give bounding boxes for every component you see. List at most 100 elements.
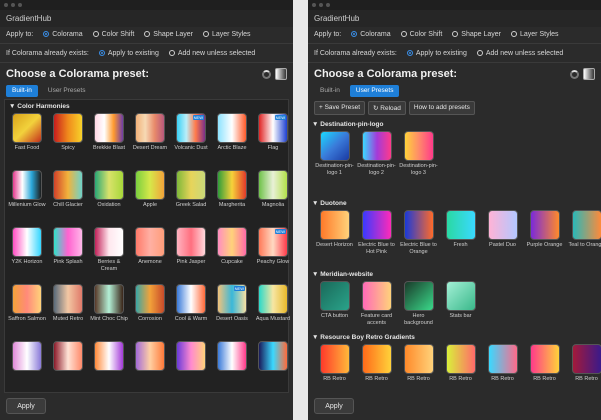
- gradient-swatch[interactable]: [135, 113, 165, 143]
- preset-tile[interactable]: CTA button: [314, 281, 355, 331]
- gradient-swatch[interactable]: [445, 344, 476, 374]
- tab-built-in[interactable]: Built-in: [314, 85, 346, 97]
- preset-tile[interactable]: Anemone: [130, 227, 170, 284]
- gradient-swatch[interactable]: [258, 170, 288, 200]
- gradient-swatch[interactable]: [361, 131, 392, 161]
- gradient-swatch[interactable]: [94, 227, 124, 257]
- preset-tile[interactable]: Y2K Horizon: [7, 227, 47, 284]
- preset-tile[interactable]: Spicy: [48, 113, 88, 170]
- radio-color-shift[interactable]: Color Shift: [400, 31, 442, 38]
- preset-tile[interactable]: [7, 341, 47, 398]
- radio-shape-layer[interactable]: Shape Layer: [144, 31, 193, 38]
- preset-tile[interactable]: Desert Horizon: [314, 210, 355, 268]
- gradient-swatch[interactable]: [94, 284, 124, 314]
- preset-tile[interactable]: Pink Splash: [48, 227, 88, 284]
- group-title[interactable]: ▼ Resource Boy Retro Gradients: [308, 331, 601, 344]
- gradient-swatch[interactable]: [319, 281, 350, 311]
- gradient-swatch[interactable]: [403, 344, 434, 374]
- preset-tile[interactable]: Margherita: [212, 170, 252, 227]
- preset-tile[interactable]: NEW Desert Oasis: [212, 284, 252, 341]
- gradient-swatch[interactable]: [53, 341, 83, 371]
- save-preset-button[interactable]: + Save Preset: [314, 101, 366, 115]
- gradient-swatch[interactable]: [361, 344, 392, 374]
- gradient-swatch[interactable]: [529, 210, 560, 240]
- gradient-swatch[interactable]: [176, 341, 206, 371]
- radio-shape-layer[interactable]: Shape Layer: [452, 31, 501, 38]
- gradient-swatch[interactable]: [403, 210, 434, 240]
- preset-tile[interactable]: [48, 341, 88, 398]
- tab-built-in[interactable]: Built-in: [6, 85, 38, 97]
- preset-tile[interactable]: Feature card accents: [356, 281, 397, 331]
- gradient-swatch[interactable]: [12, 284, 42, 314]
- preset-tile[interactable]: [171, 341, 211, 398]
- gradient-swatch[interactable]: NEW: [176, 113, 206, 143]
- gradient-swatch[interactable]: [361, 210, 392, 240]
- gradient-swatch[interactable]: [135, 227, 165, 257]
- gradient-swatch[interactable]: [94, 341, 124, 371]
- preset-tile[interactable]: RB Retro: [566, 344, 601, 410]
- preset-tile[interactable]: [130, 341, 170, 398]
- preset-tile[interactable]: Berries & Cream: [89, 227, 129, 284]
- gradient-swatch[interactable]: [176, 227, 206, 257]
- preset-tile[interactable]: [253, 341, 293, 398]
- preset-tile[interactable]: Arctic Blaze: [212, 113, 252, 170]
- gradient-swatch[interactable]: [217, 113, 247, 143]
- preset-tile[interactable]: Oxidation: [89, 170, 129, 227]
- radio-apply-existing[interactable]: Apply to existing: [98, 50, 159, 57]
- gradient-swatch[interactable]: [135, 170, 165, 200]
- window-dot-icon[interactable]: [326, 3, 330, 7]
- gradient-swatch[interactable]: [571, 210, 601, 240]
- gradient-swatch[interactable]: [361, 281, 392, 311]
- preset-tile[interactable]: Cupcake: [212, 227, 252, 284]
- preset-tile[interactable]: Corrosion: [130, 284, 170, 341]
- apply-button[interactable]: Apply: [314, 398, 354, 414]
- gradient-swatch[interactable]: [319, 344, 350, 374]
- gradient-swatch[interactable]: [403, 281, 434, 311]
- preset-tile[interactable]: Hero background: [398, 281, 439, 331]
- preset-tile[interactable]: Desert Dream: [130, 113, 170, 170]
- group-title[interactable]: ▼ Duotone: [308, 197, 601, 210]
- preset-tile[interactable]: Purple Orange: [524, 210, 565, 268]
- gradient-swatch[interactable]: [135, 341, 165, 371]
- gradient-swatch[interactable]: [445, 210, 476, 240]
- preset-tile[interactable]: RB Retro: [440, 344, 481, 410]
- window-dot-icon[interactable]: [11, 3, 15, 7]
- preset-tile[interactable]: Stats bar: [440, 281, 481, 331]
- preset-tile[interactable]: Cool & Warm: [171, 284, 211, 341]
- gradient-swatch[interactable]: [571, 344, 601, 374]
- preset-tile[interactable]: Destination-pin-logo 1: [314, 131, 355, 197]
- gradient-swatch[interactable]: [217, 170, 247, 200]
- gradient-swatch[interactable]: NEW: [258, 227, 288, 257]
- gradient-swatch[interactable]: [487, 344, 518, 374]
- gradient-swatch[interactable]: [94, 170, 124, 200]
- preset-tile[interactable]: Destination-pin-logo 3: [398, 131, 439, 197]
- gradient-swatch[interactable]: [53, 284, 83, 314]
- radio-layer-styles[interactable]: Layer Styles: [203, 31, 251, 38]
- preset-tile[interactable]: RB Retro: [356, 344, 397, 410]
- tab-user-presets[interactable]: User Presets: [42, 85, 92, 97]
- gradient-swatch[interactable]: [12, 227, 42, 257]
- radio-layer-styles[interactable]: Layer Styles: [511, 31, 559, 38]
- preset-tile[interactable]: Pink Jasper: [171, 227, 211, 284]
- preset-tile[interactable]: Destination-pin-logo 2: [356, 131, 397, 197]
- radio-add-new[interactable]: Add new unless selected: [168, 50, 255, 57]
- gradient-swatch[interactable]: NEW: [258, 113, 288, 143]
- preset-tile[interactable]: Mint Choc Chip: [89, 284, 129, 341]
- preset-tile[interactable]: Chill Glacier: [48, 170, 88, 227]
- theme-toggle-icon[interactable]: [275, 68, 287, 80]
- gradient-swatch[interactable]: [176, 284, 206, 314]
- collapse-triangle-icon[interactable]: ▼: [312, 121, 320, 128]
- preset-tile[interactable]: Muted Retro: [48, 284, 88, 341]
- preset-tile[interactable]: Brekkie Blast: [89, 113, 129, 170]
- gradient-swatch[interactable]: [487, 210, 518, 240]
- gradient-swatch[interactable]: [176, 170, 206, 200]
- collapse-triangle-icon[interactable]: ▼: [312, 200, 320, 207]
- gradient-swatch[interactable]: [319, 210, 350, 240]
- apply-button[interactable]: Apply: [6, 398, 46, 414]
- preset-tile[interactable]: Pastel Duo: [482, 210, 523, 268]
- preset-tile[interactable]: Greek Salad: [171, 170, 211, 227]
- gradient-swatch[interactable]: [53, 227, 83, 257]
- theme-toggle-icon[interactable]: [583, 68, 595, 80]
- gradient-swatch[interactable]: [258, 341, 288, 371]
- collapse-triangle-icon[interactable]: ▼: [312, 271, 320, 278]
